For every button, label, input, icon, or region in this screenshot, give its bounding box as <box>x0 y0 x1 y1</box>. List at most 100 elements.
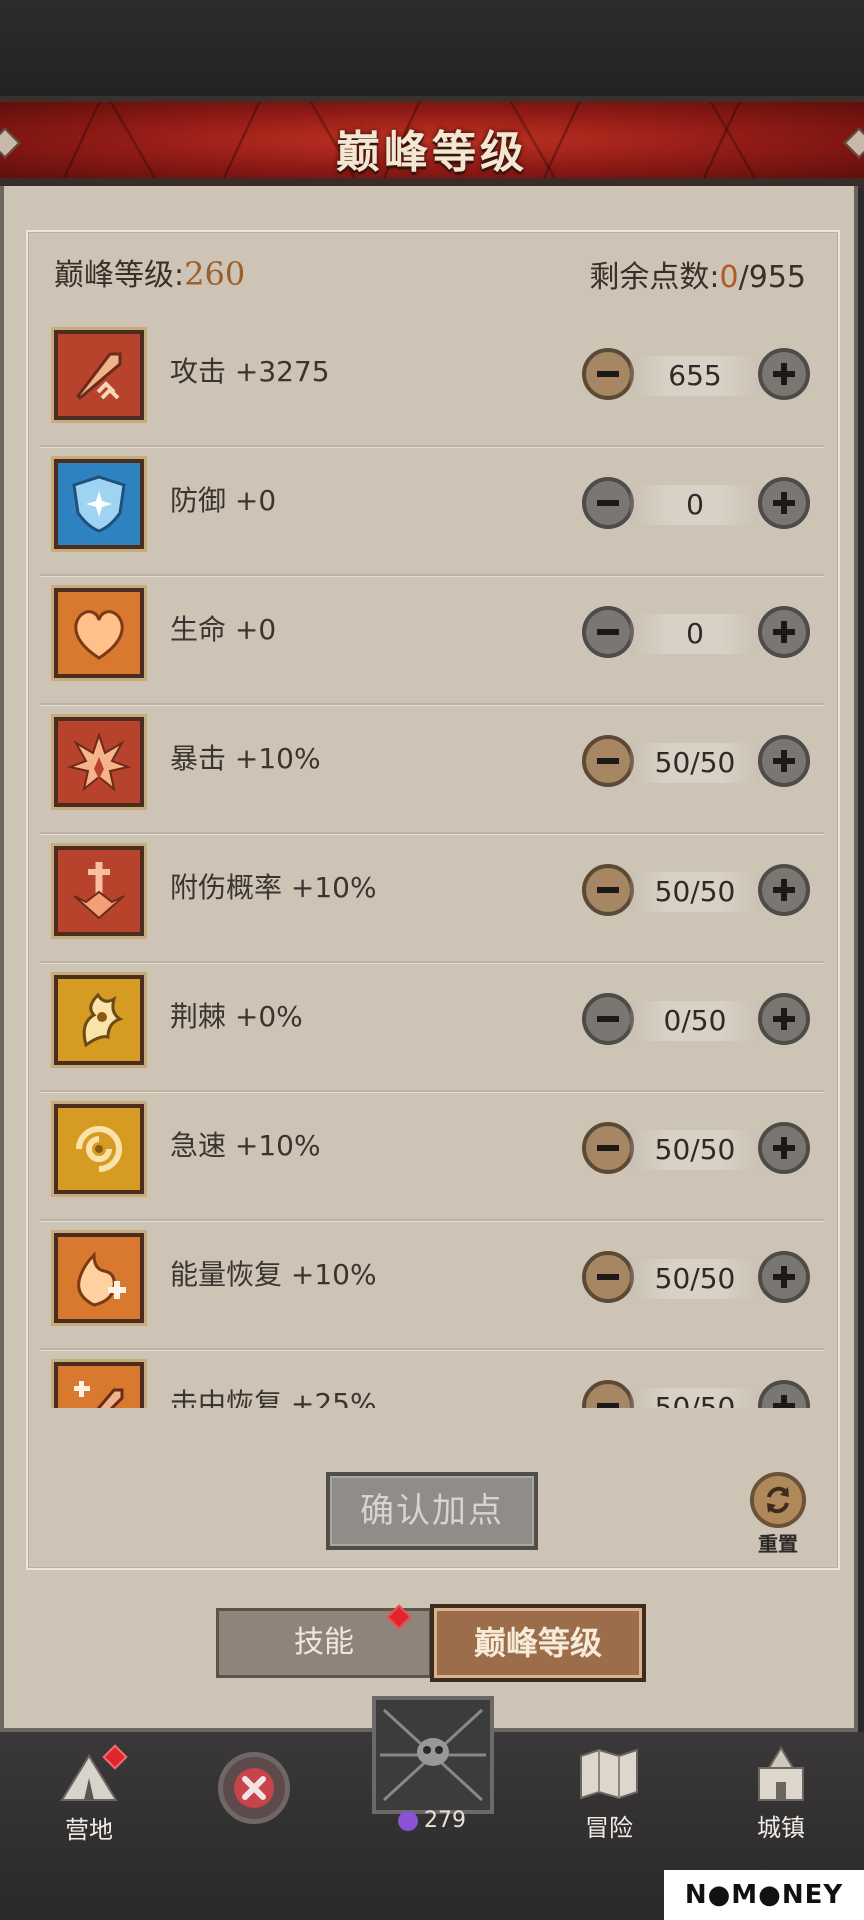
heart-icon <box>54 588 144 678</box>
remaining-points: 剩余点数:0/955 <box>589 252 806 296</box>
increase-button[interactable] <box>758 348 810 400</box>
minus-icon <box>597 500 619 506</box>
remaining-points-label: 剩余点数: <box>589 260 720 295</box>
reset-button[interactable] <box>750 1472 806 1528</box>
stat-label: 攻击 +3275 <box>170 355 330 388</box>
increase-button[interactable] <box>758 735 810 787</box>
nomoney-watermark: N●M●NEY <box>664 1870 864 1920</box>
minus-icon <box>597 1274 619 1280</box>
minus-icon <box>597 887 619 893</box>
minus-icon <box>597 758 619 764</box>
stat-value: 0/50 <box>630 1001 760 1041</box>
stat-value: 50/50 <box>630 1259 760 1299</box>
thorn-icon <box>54 975 144 1065</box>
stat-row: 击中恢复 +25% 50/50 <box>40 1350 824 1408</box>
reset-label: 重置 <box>758 1532 798 1556</box>
sword-icon <box>54 330 144 420</box>
nav-town[interactable]: 城镇 <box>736 1744 826 1843</box>
shield-icon <box>54 459 144 549</box>
minus-icon <box>597 1016 619 1022</box>
increase-button[interactable] <box>758 993 810 1045</box>
flame-plus-icon <box>54 1233 144 1323</box>
minus-icon <box>597 1145 619 1151</box>
stat-label: 急速 +10% <box>170 1129 321 1162</box>
title-banner: 巅峰等级 <box>0 96 864 188</box>
minus-icon <box>597 629 619 635</box>
decrease-button[interactable] <box>582 993 634 1045</box>
plus-icon <box>773 750 795 772</box>
increase-button[interactable] <box>758 477 810 529</box>
dagger-icon <box>54 846 144 936</box>
castle-icon <box>758 1746 804 1801</box>
energy-count: 279 <box>424 1808 466 1833</box>
stat-value: 655 <box>630 356 760 396</box>
peak-level-value: 260 <box>184 255 246 293</box>
stat-row: 荆棘 +0% 0/50 <box>40 963 824 1093</box>
page-title: 巅峰等级 <box>336 127 528 178</box>
stat-label: 荆棘 +0% <box>170 1000 303 1033</box>
stat-label: 能量恢复 +10% <box>170 1258 377 1291</box>
spider-skull-icon <box>380 1708 486 1802</box>
confirm-points-button[interactable]: 确认加点 <box>326 1472 538 1550</box>
nav-camp-label: 营地 <box>65 1816 113 1844</box>
stat-row: 急速 +10% 50/50 <box>40 1092 824 1222</box>
stat-label: 击中恢复 +25% <box>170 1387 377 1408</box>
purple-flame-icon <box>398 1811 418 1831</box>
energy-counter: 279 <box>380 1808 490 1833</box>
close-button[interactable] <box>218 1752 290 1824</box>
tab-peak-level[interactable]: 巅峰等级 <box>430 1604 646 1682</box>
decrease-button[interactable] <box>582 1380 634 1408</box>
stat-label: 附伤概率 +10% <box>170 871 377 904</box>
nav-adventure-label: 冒险 <box>585 1814 633 1842</box>
refresh-icon <box>767 1486 789 1514</box>
decrease-button[interactable] <box>582 1122 634 1174</box>
stat-row: 攻击 +3275 655 <box>40 318 824 448</box>
plus-icon <box>773 1008 795 1030</box>
nav-adventure[interactable]: 冒险 <box>564 1746 654 1843</box>
stat-value: 50/50 <box>630 1388 760 1408</box>
increase-button[interactable] <box>758 1122 810 1174</box>
stat-label: 暴击 +10% <box>170 742 321 775</box>
stat-row: 防御 +0 0 <box>40 447 824 577</box>
plus-icon <box>773 621 795 643</box>
sword-plus-icon <box>54 1362 144 1408</box>
plus-icon <box>773 363 795 385</box>
decrease-button[interactable] <box>582 348 634 400</box>
minus-icon <box>597 371 619 377</box>
stat-label: 防御 +0 <box>170 484 277 517</box>
decrease-button[interactable] <box>582 864 634 916</box>
plus-icon <box>773 1137 795 1159</box>
increase-button[interactable] <box>758 864 810 916</box>
decrease-button[interactable] <box>582 735 634 787</box>
stat-value: 50/50 <box>630 743 760 783</box>
nav-town-label: 城镇 <box>757 1814 805 1842</box>
stat-row: 生命 +0 0 <box>40 576 824 706</box>
plus-icon <box>773 1395 795 1408</box>
stat-value: 50/50 <box>630 872 760 912</box>
top-status-area <box>0 0 864 100</box>
close-icon <box>234 1768 274 1808</box>
stat-label: 生命 +0 <box>170 613 277 646</box>
increase-button[interactable] <box>758 1251 810 1303</box>
boss-portal-button[interactable] <box>372 1696 494 1814</box>
peak-level-label: 巅峰等级: <box>54 258 185 293</box>
stat-row: 附伤概率 +10% 50/50 <box>40 834 824 964</box>
stat-row: 暴击 +10% 50/50 <box>40 705 824 835</box>
remaining-points-used: 0 <box>719 260 739 295</box>
stat-value: 50/50 <box>630 1130 760 1170</box>
plus-icon <box>773 1266 795 1288</box>
stat-value: 0 <box>630 614 760 654</box>
peak-level-summary: 巅峰等级:260 <box>54 250 245 294</box>
decrease-button[interactable] <box>582 606 634 658</box>
remaining-points-total: /955 <box>738 260 806 295</box>
increase-button[interactable] <box>758 1380 810 1408</box>
stat-list[interactable]: 攻击 +3275 655 防御 +0 0 生命 +0 0 暴击 +10% 50/50 附伤概率 … <box>40 318 824 1408</box>
stat-value: 0 <box>630 485 760 525</box>
decrease-button[interactable] <box>582 477 634 529</box>
increase-button[interactable] <box>758 606 810 658</box>
decrease-button[interactable] <box>582 1251 634 1303</box>
swirl-icon <box>54 1104 144 1194</box>
stat-row: 能量恢复 +10% 50/50 <box>40 1221 824 1351</box>
plus-icon <box>773 492 795 514</box>
map-icon <box>580 1748 638 1800</box>
